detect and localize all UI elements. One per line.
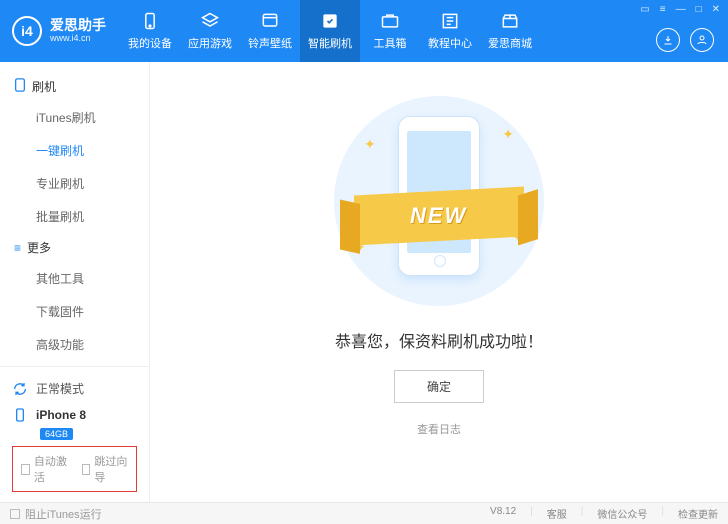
sidebar-item[interactable]: 专业刷机: [0, 167, 149, 200]
window-control-4[interactable]: ✕: [712, 4, 720, 15]
status-bar: 阻止iTunes运行 V8.12 | 客服 | 微信公众号 | 检查更新: [0, 502, 728, 524]
app-header: i4 爱思助手 www.i4.cn 我的设备应用游戏铃声壁纸智能刷机 工具箱 教程中…: [0, 0, 728, 62]
logo-subtitle: www.i4.cn: [50, 34, 106, 44]
mode-indicator[interactable]: 正常模式: [12, 375, 137, 402]
version-label: V8.12: [490, 506, 516, 521]
nav-label: 教程中心: [428, 35, 472, 51]
nav-icon: [500, 11, 520, 31]
device-name: iPhone 8: [36, 408, 86, 422]
sidebar-item[interactable]: 一键刷机: [0, 134, 149, 167]
window-control-2[interactable]: —: [676, 4, 686, 15]
phone-icon: [14, 78, 26, 95]
sidebar: 刷机 iTunes刷机一键刷机专业刷机批量刷机 ≡ 更多 其他工具下载固件高级功…: [0, 62, 150, 502]
sidebar-item[interactable]: 高级功能: [0, 328, 149, 361]
window-control-1[interactable]: ≡: [660, 4, 666, 15]
sidebar-group-title: 更多: [27, 239, 51, 256]
nav-label: 工具箱: [374, 35, 407, 51]
view-log-link[interactable]: 查看日志: [417, 421, 461, 437]
window-control-0[interactable]: ▭: [640, 4, 649, 15]
nav-icon: [320, 11, 340, 31]
nav-label: 应用游戏: [188, 35, 232, 51]
nav-icon: [440, 11, 460, 31]
sidebar-item[interactable]: 批量刷机: [0, 200, 149, 233]
block-itunes-checkbox[interactable]: 阻止iTunes运行: [10, 506, 102, 522]
sidebar-item[interactable]: 下载固件: [0, 295, 149, 328]
nav-item-1[interactable]: 应用游戏: [180, 0, 240, 62]
nav-item-5[interactable]: 教程中心: [420, 0, 480, 62]
success-message: 恭喜您，保资料刷机成功啦！: [335, 328, 543, 352]
success-illustration: ✦ ✦ ✦ ✦ NEW: [334, 96, 544, 306]
device-icon: [12, 407, 28, 423]
nav-item-6[interactable]: 爱思商城: [480, 0, 540, 62]
nav-item-3[interactable]: 智能刷机: [300, 0, 360, 62]
nav-icon: [260, 11, 280, 31]
main-content: ✦ ✦ ✦ ✦ NEW 恭喜您，保资料刷机成功啦！ 确定 查看日志: [150, 62, 728, 502]
nav-icon: [200, 11, 220, 31]
logo-title: 爱思助手: [50, 18, 106, 33]
sidebar-item[interactable]: 其他工具: [0, 262, 149, 295]
download-icon[interactable]: [656, 28, 680, 52]
footer-link-support[interactable]: 客服: [547, 506, 567, 521]
nav-icon: [380, 11, 400, 31]
nav-item-4[interactable]: 工具箱: [360, 0, 420, 62]
auto-activate-checkbox[interactable]: 自动激活: [21, 453, 68, 485]
storage-badge: 64GB: [40, 428, 73, 440]
ok-button[interactable]: 确定: [394, 370, 484, 403]
nav-label: 爱思商城: [488, 35, 532, 51]
skip-guide-checkbox[interactable]: 跳过向导: [82, 453, 129, 485]
refresh-icon: [12, 381, 28, 397]
sidebar-group-more: ≡ 更多: [0, 233, 149, 262]
sidebar-group-title: 刷机: [32, 78, 56, 95]
window-control-3[interactable]: □: [696, 4, 702, 15]
new-ribbon: NEW: [354, 187, 524, 246]
footer-link-wechat[interactable]: 微信公众号: [597, 506, 647, 521]
nav-label: 铃声壁纸: [248, 35, 292, 51]
user-icon[interactable]: [690, 28, 714, 52]
nav-item-0[interactable]: 我的设备: [120, 0, 180, 62]
sidebar-item[interactable]: iTunes刷机: [0, 101, 149, 134]
more-icon: ≡: [14, 241, 21, 255]
nav-icon: [140, 11, 160, 31]
logo-icon: i4: [12, 16, 42, 46]
nav-label: 智能刷机: [308, 35, 352, 51]
nav-label: 我的设备: [128, 35, 172, 51]
footer-link-update[interactable]: 检查更新: [678, 506, 718, 521]
logo: i4 爱思助手 www.i4.cn: [0, 0, 120, 62]
window-controls: ▭ ≡ — □ ✕: [640, 4, 720, 15]
sidebar-group-flash: 刷机: [0, 72, 149, 101]
top-nav: 我的设备应用游戏铃声壁纸智能刷机 工具箱 教程中心爱思商城: [120, 0, 540, 62]
device-indicator[interactable]: iPhone 8: [12, 402, 137, 428]
highlighted-options: 自动激活 跳过向导: [12, 446, 137, 492]
nav-item-2[interactable]: 铃声壁纸: [240, 0, 300, 62]
mode-label: 正常模式: [36, 380, 84, 397]
